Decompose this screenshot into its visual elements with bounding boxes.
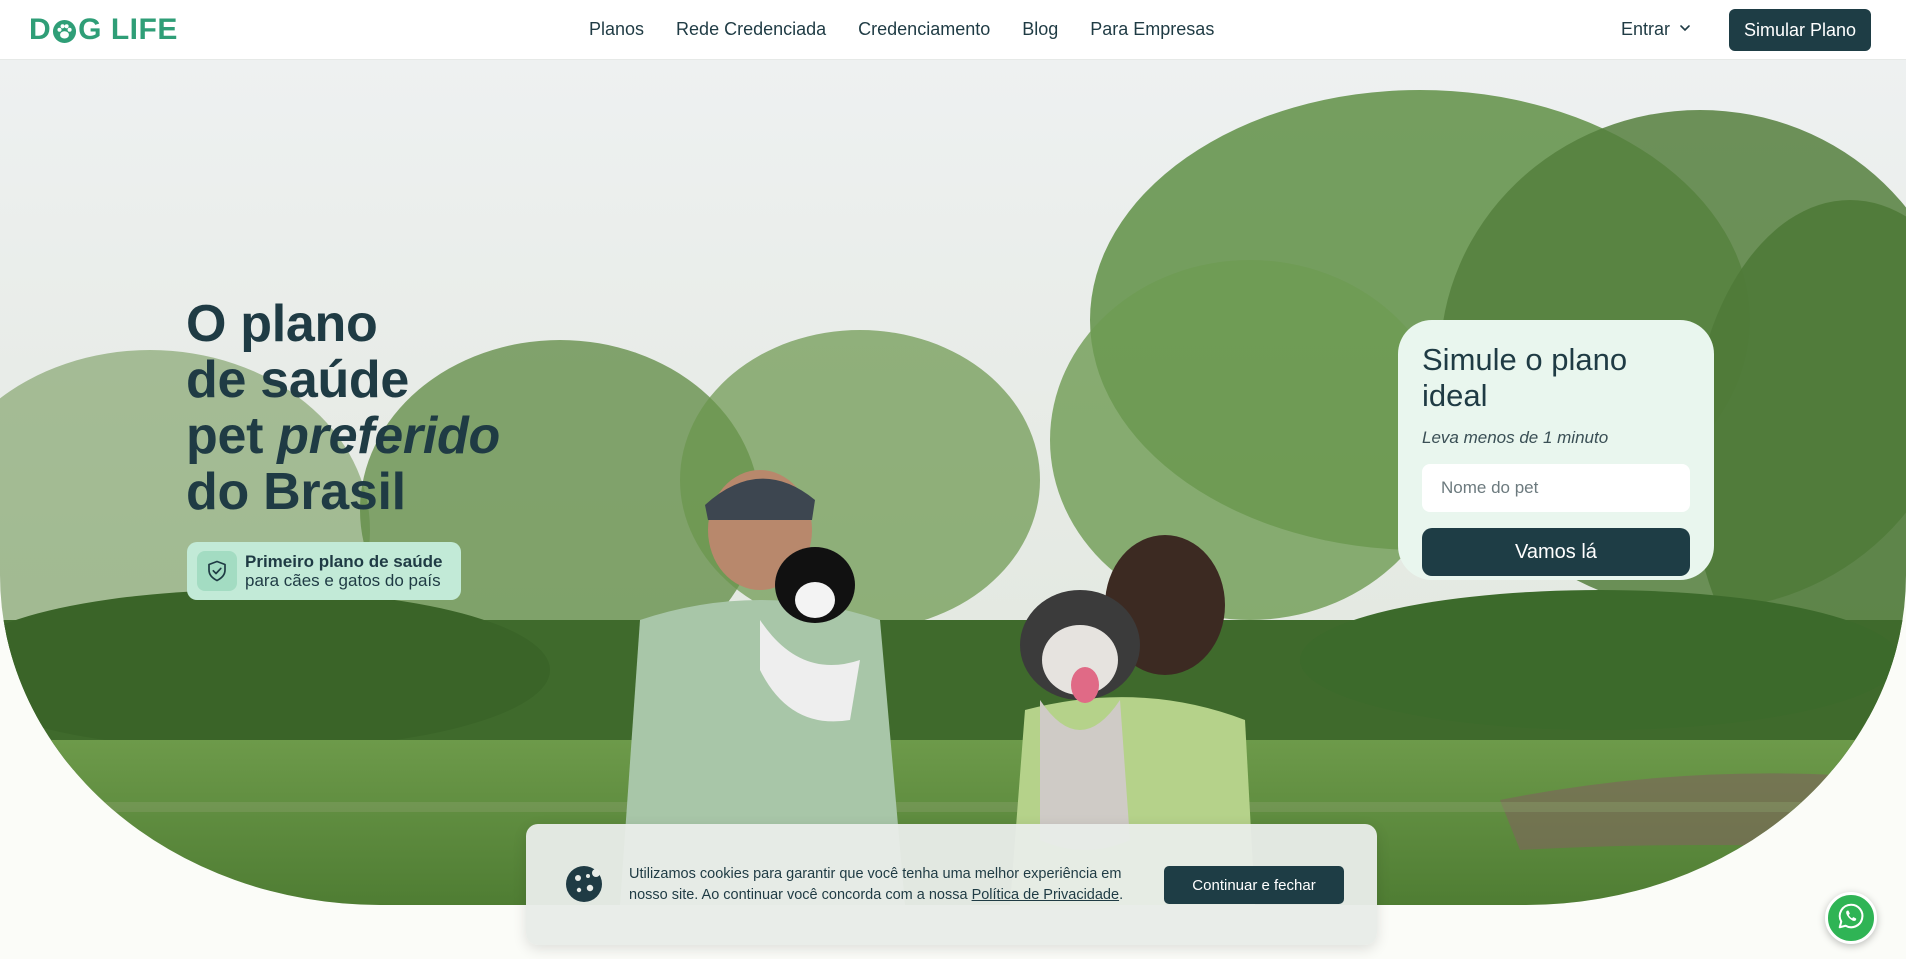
whatsapp-button[interactable] [1825, 892, 1877, 944]
simular-plano-button[interactable]: Simular Plano [1729, 9, 1871, 51]
logo-text-left: D [29, 13, 52, 46]
whatsapp-icon [1836, 901, 1866, 936]
cookie-message: Utilizamos cookies para garantir que voc… [629, 864, 1129, 906]
main-nav: Planos Rede Credenciada Credenciamento B… [589, 19, 1214, 40]
headline-line-4: do Brasil [186, 463, 406, 521]
paw-icon [52, 18, 77, 43]
headline-line-2: de saúde [186, 351, 410, 409]
continue-close-button[interactable]: Continuar e fechar [1164, 866, 1344, 904]
headline-line-1: O plano [186, 295, 378, 353]
cookie-banner: Utilizamos cookies para garantir que voc… [526, 824, 1377, 945]
nav-planos[interactable]: Planos [589, 19, 644, 40]
badge-title: Primeiro plano de saúde [245, 552, 443, 571]
headline-emphasis: preferido [277, 407, 500, 465]
badge-subtitle: para cães e gatos do país [245, 571, 441, 590]
shield-check-icon [197, 551, 237, 591]
simulator-subtitle: Leva menos de 1 minuto [1422, 428, 1609, 447]
nav-blog[interactable]: Blog [1022, 19, 1058, 40]
vamos-la-button[interactable]: Vamos lá [1422, 528, 1690, 576]
hero-section: O plano de saúde pet preferido do Brasil… [0, 60, 1906, 905]
nav-para-empresas[interactable]: Para Empresas [1090, 19, 1214, 40]
login-label: Entrar [1621, 19, 1671, 39]
site-header: D G LIFE Planos Rede Credenciada Credenc… [0, 0, 1906, 60]
privacy-policy-link[interactable]: Política de Privacidade [972, 887, 1120, 903]
logo-text-right: G LIFE [78, 13, 178, 46]
pet-name-input[interactable] [1422, 464, 1690, 512]
headline-line-3-prefix: pet [186, 407, 278, 465]
dog-life-logo[interactable]: D G LIFE [29, 13, 178, 47]
hero-headline: O plano de saúde pet preferido do Brasil [186, 296, 500, 520]
chevron-down-icon [1678, 19, 1692, 40]
headline-line-3: pet preferido [186, 408, 500, 464]
cookie-text-end: . [1119, 887, 1124, 903]
cookie-icon [564, 864, 604, 904]
nav-credenciamento[interactable]: Credenciamento [858, 19, 990, 40]
login-dropdown[interactable]: Entrar [1621, 19, 1692, 40]
simulator-card: Simule o plano ideal Leva menos de 1 min… [1398, 320, 1714, 580]
first-plan-badge: Primeiro plano de saúde para cães e gato… [187, 542, 461, 600]
nav-rede-credenciada[interactable]: Rede Credenciada [676, 19, 826, 40]
simulator-title: Simule o plano ideal [1422, 342, 1628, 413]
